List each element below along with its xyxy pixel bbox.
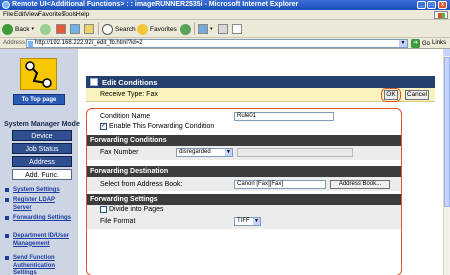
stop-icon [56, 24, 66, 34]
receive-type-text: Receive Type: Fax [100, 91, 158, 98]
form-highlight-frame [86, 108, 402, 275]
address-input[interactable]: http://192.168.222.92/_edit_fb.html?id=2… [26, 39, 408, 48]
mail-button[interactable]: ▾ [198, 23, 213, 35]
windows-logo-icon [434, 11, 448, 19]
print-button[interactable] [218, 23, 228, 35]
favorites-button[interactable]: Favorites [137, 23, 177, 35]
menu-view[interactable]: View [25, 11, 39, 18]
home-icon [84, 24, 94, 34]
vertical-scrollbar[interactable] [443, 49, 450, 275]
receive-type-row: Receive Type: Fax OK Cancel [86, 88, 435, 102]
menu-bar: File Edit View Favorites Tools Help [0, 10, 450, 20]
chevron-down-icon[interactable]: ▼ [399, 40, 407, 47]
refresh-icon [70, 24, 80, 34]
nav-device[interactable]: Device [12, 130, 72, 141]
edit-page-button[interactable] [232, 23, 242, 35]
printer-icon [218, 24, 228, 34]
go-label: Go [422, 40, 431, 47]
address-url: http://192.168.222.92/_edit_fb.html?id=2 [35, 40, 143, 46]
to-top-page-button[interactable]: To Top page [13, 94, 65, 105]
mail-icon [198, 24, 208, 34]
scroll-up-icon[interactable] [444, 49, 450, 56]
toolbar-separator [98, 23, 99, 35]
window-title: Remote UI<Additional Functions> : : imag… [12, 1, 299, 8]
star-icon [137, 23, 148, 35]
page-title: Edit Conditions [102, 78, 158, 87]
close-window-button[interactable]: x [438, 1, 447, 9]
edit-conditions-header: Edit Conditions [86, 76, 435, 88]
page-icon [28, 41, 33, 47]
window-titlebar: Remote UI<Additional Functions> : : imag… [0, 0, 450, 10]
back-button[interactable]: Back ▾ [2, 23, 34, 35]
search-label: Search [115, 25, 136, 33]
links-toolbar[interactable]: Links [432, 40, 446, 46]
sidebar-link-register-ldap[interactable]: Register LDAP Server [5, 197, 75, 212]
go-button[interactable]: ➜ Go [411, 39, 430, 48]
refresh-button[interactable] [70, 23, 80, 35]
stop-button[interactable] [56, 23, 66, 35]
sidebar: To Top page System Manager Mode Device J… [0, 49, 80, 275]
back-arrow-icon [2, 23, 13, 35]
nav-address[interactable]: Address [12, 156, 72, 167]
menu-favorites[interactable]: Favorites [38, 11, 65, 18]
home-button[interactable] [84, 23, 94, 35]
sidebar-link-send-auth[interactable]: Send Function Authentication Settings [5, 255, 75, 275]
browser-toolbar: Back ▾ Search Favorites ▾ [0, 20, 450, 38]
favorites-label: Favorites [150, 25, 177, 33]
menu-edit[interactable]: Edit [14, 11, 25, 18]
sidebar-link-department-id[interactable]: Department ID/User Management [5, 233, 75, 248]
page-content: To Top page System Manager Mode Device J… [0, 49, 443, 275]
cancel-button[interactable]: Cancel [405, 90, 429, 100]
sidebar-link-forwarding-settings[interactable]: Forwarding Settings [5, 215, 75, 223]
address-bar: Address http://192.168.222.92/_edit_fb.h… [0, 38, 450, 49]
logo-tile [20, 58, 57, 90]
ok-button[interactable]: OK [384, 90, 398, 100]
system-manager-mode-label: System Manager Mode [4, 121, 80, 128]
menu-file[interactable]: File [3, 11, 13, 18]
nav-add-func[interactable]: Add. Func. [12, 169, 72, 180]
forward-button[interactable] [40, 23, 51, 35]
search-icon [102, 23, 113, 35]
top-page-logo[interactable]: To Top page [13, 58, 65, 106]
toolbar-separator [194, 23, 195, 35]
sidebar-link-system-settings[interactable]: System Settings [5, 187, 75, 195]
history-icon [180, 23, 191, 35]
minimize-button[interactable]: _ [417, 1, 426, 9]
back-label: Back [15, 25, 30, 33]
document-icon [232, 24, 242, 34]
network-logo-icon [25, 61, 52, 88]
forward-arrow-icon [40, 23, 51, 35]
page-icon [90, 78, 98, 86]
scroll-thumb[interactable] [444, 57, 450, 207]
chevron-down-icon: ▾ [31, 26, 34, 32]
internet-explorer-icon [2, 1, 10, 9]
address-label: Address [3, 40, 26, 46]
chevron-down-icon: ▾ [210, 26, 213, 32]
maximize-button[interactable]: □ [427, 1, 436, 9]
search-button[interactable]: Search [102, 23, 136, 35]
nav-job-status[interactable]: Job Status [12, 143, 72, 154]
go-arrow-icon: ➜ [411, 39, 420, 48]
main-panel: Edit Conditions Receive Type: Fax OK Can… [86, 76, 436, 275]
menu-tools[interactable]: Tools [62, 11, 77, 18]
menu-help[interactable]: Help [76, 11, 89, 18]
history-button[interactable] [180, 23, 191, 35]
